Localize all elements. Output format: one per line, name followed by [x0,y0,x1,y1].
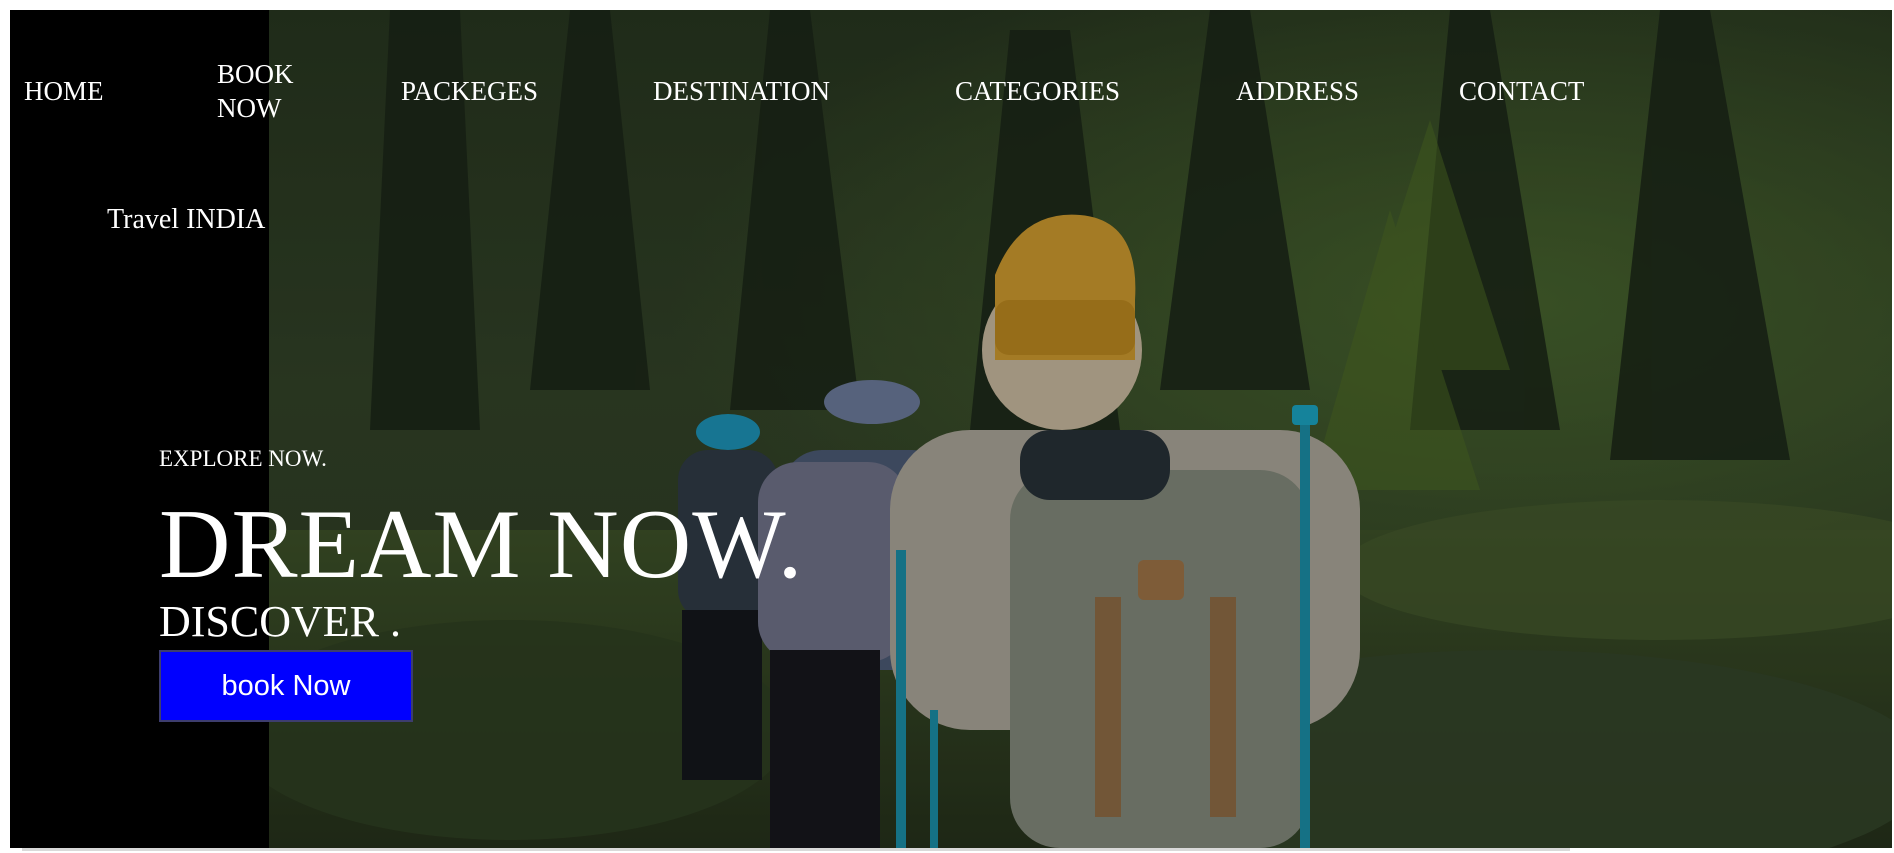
nav-contact-link[interactable]: CONTACT [1459,74,1584,108]
nav-packeges-link[interactable]: PACKEGES [401,74,538,108]
nav-home-link[interactable]: HOME [24,74,104,108]
nav-book-now-link[interactable]: BOOK NOW [217,57,327,125]
book-now-button[interactable]: book Now [159,650,413,722]
hero-subline: DISCOVER . [159,597,402,646]
horizontal-scrollbar[interactable] [22,848,1570,851]
nav-categories-link[interactable]: CATEGORIES [955,74,1120,108]
main-navigation: HOME BOOK NOW PACKEGES DESTINATION CATEG… [10,10,1892,130]
hero-eyebrow: EXPLORE NOW. [159,446,327,471]
nav-destination-link[interactable]: DESTINATION [653,74,830,108]
hero-headline: DREAM NOW. [159,490,804,599]
left-dark-panel [10,10,269,848]
brand-title: Travel INDIA [107,204,266,235]
page: HOME BOOK NOW PACKEGES DESTINATION CATEG… [0,0,1894,853]
hero-section: HOME BOOK NOW PACKEGES DESTINATION CATEG… [10,10,1892,848]
hero-background-image [10,10,1892,848]
nav-address-link[interactable]: ADDRESS [1236,74,1359,108]
